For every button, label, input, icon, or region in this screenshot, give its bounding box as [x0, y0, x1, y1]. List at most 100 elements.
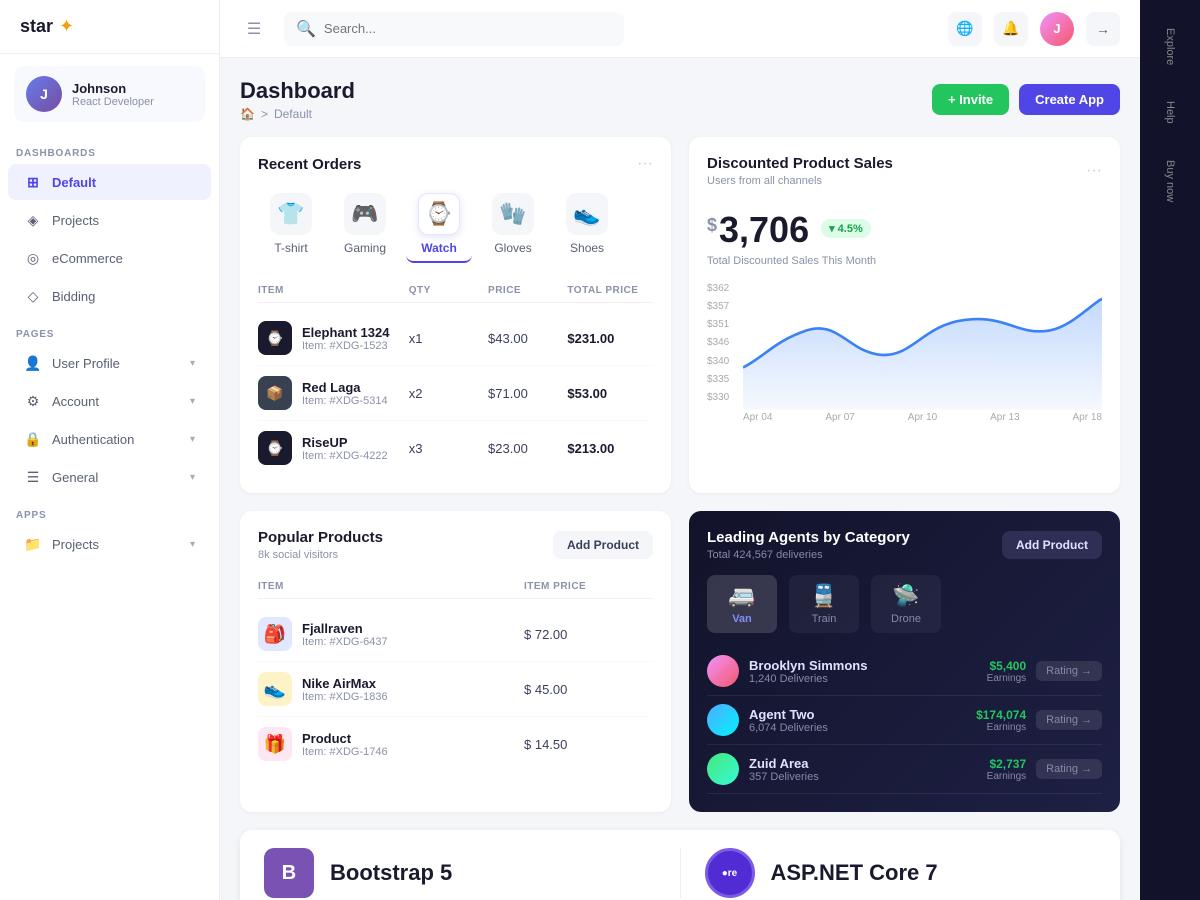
popular-products-card: Popular Products 8k social visitors Add … — [240, 511, 671, 812]
shoes-icon: 👟 — [566, 193, 608, 235]
sidebar-item-authentication[interactable]: 🔒 Authentication ▾ — [8, 421, 211, 457]
add-product-button[interactable]: Add Product — [553, 531, 653, 559]
agent-earnings: $2,737 — [987, 757, 1026, 771]
chevron-down-icon: ▾ — [190, 358, 195, 369]
price-cell: $ 72.00 — [524, 627, 653, 642]
tab-watch[interactable]: ⌚ Watch — [406, 187, 472, 263]
sidebar-item-account[interactable]: ⚙ Account ▾ — [8, 383, 211, 419]
pages-section-label: PAGES — [0, 315, 219, 344]
rating-button[interactable]: Rating → — [1036, 710, 1102, 730]
col-qty: QTY — [409, 285, 480, 296]
breadcrumb-home-icon[interactable]: 🏠 — [240, 107, 255, 121]
topbar-icon-arrow[interactable]: → — [1086, 12, 1120, 46]
sidebar-item-bidding[interactable]: ◇ Bidding — [8, 278, 211, 314]
tab-van-label: Van — [732, 613, 752, 625]
watch-icon: ⌚ — [418, 193, 460, 235]
currency-symbol: $ — [707, 215, 717, 236]
table-header: ITEM QTY PRICE TOTAL PRICE — [258, 279, 653, 303]
tshirt-icon: 👕 — [270, 193, 312, 235]
recent-orders-title: Recent Orders — [258, 156, 361, 173]
logo-star: ✦ — [59, 16, 74, 37]
sidebar-item-label: Projects — [52, 537, 180, 552]
price-cell: $ 45.00 — [524, 682, 653, 697]
x-label: Apr 04 — [743, 412, 772, 423]
rating-button[interactable]: Rating → — [1036, 661, 1102, 681]
user-role: React Developer — [72, 96, 154, 108]
card-menu-icon[interactable]: ··· — [637, 155, 653, 173]
invite-button[interactable]: + Invite — [932, 84, 1009, 115]
x-label: Apr 13 — [990, 412, 1019, 423]
leading-title: Leading Agents by Category — [707, 529, 910, 546]
item-id: Item: #XDG-5314 — [302, 395, 388, 407]
aspnet-logo: ●re — [705, 848, 755, 898]
agent-name: Agent Two — [749, 707, 828, 722]
buy-now-button[interactable]: Buy now — [1160, 152, 1180, 210]
agent-row: Brooklyn Simmons 1,240 Deliveries $5,400… — [707, 647, 1102, 696]
ecommerce-icon: ◎ — [24, 249, 42, 267]
y-label: $346 — [707, 337, 729, 348]
item-info: ⌚ RiseUP Item: #XDG-4222 — [258, 431, 401, 465]
price-cell: $71.00 — [488, 386, 559, 401]
page-header-left: Dashboard 🏠 > Default — [240, 78, 355, 121]
tab-drone[interactable]: 🛸 Drone — [871, 575, 941, 633]
add-product-dark-button[interactable]: Add Product — [1002, 531, 1102, 559]
sidebar-item-user-profile[interactable]: 👤 User Profile ▾ — [8, 345, 211, 381]
sidebar-item-projects[interactable]: ◈ Projects — [8, 202, 211, 238]
price-cell: $23.00 — [488, 441, 559, 456]
agent-row: Zuid Area 357 Deliveries $2,737 Earnings… — [707, 745, 1102, 794]
tab-gaming[interactable]: 🎮 Gaming — [332, 187, 398, 263]
discount-title: Discounted Product Sales — [707, 155, 893, 172]
topbar-right: 🌐 🔔 J → — [948, 12, 1120, 46]
gaming-icon: 🎮 — [344, 193, 386, 235]
tab-watch-label: Watch — [421, 241, 457, 255]
chart-y-labels: $362 $357 $351 $346 $340 $335 $330 — [707, 283, 729, 403]
x-label: Apr 10 — [908, 412, 937, 423]
y-label: $340 — [707, 356, 729, 367]
tab-shoes[interactable]: 👟 Shoes — [554, 187, 620, 263]
sidebar-item-projects-app[interactable]: 📁 Projects ▾ — [8, 526, 211, 562]
search-input[interactable] — [324, 21, 612, 36]
apps-section-label: APPS — [0, 496, 219, 525]
item-info: ⌚ Elephant 1324 Item: #XDG-1523 — [258, 321, 401, 355]
help-button[interactable]: Help — [1160, 93, 1180, 132]
item-icon: 🎁 — [258, 727, 292, 761]
item-id: Item: #XDG-1523 — [302, 340, 389, 352]
sidebar-item-general[interactable]: ☰ General ▾ — [8, 459, 211, 495]
item-icon: 👟 — [258, 672, 292, 706]
y-label: $330 — [707, 392, 729, 403]
projects-icon: ◈ — [24, 211, 42, 229]
tab-gloves[interactable]: 🧤 Gloves — [480, 187, 546, 263]
user-icon: 👤 — [24, 354, 42, 372]
divider — [680, 848, 681, 898]
item-name: RiseUP — [302, 435, 388, 450]
tab-van[interactable]: 🚐 Van — [707, 575, 777, 633]
topbar-icon-globe[interactable]: 🌐 — [948, 12, 982, 46]
table-row: ⌚ Elephant 1324 Item: #XDG-1523 x1 $43.0… — [258, 311, 653, 366]
rating-button[interactable]: Rating → — [1036, 759, 1102, 779]
explore-button[interactable]: Explore — [1160, 20, 1180, 73]
create-app-button[interactable]: Create App — [1019, 84, 1120, 115]
agent-deliveries: 1,240 Deliveries — [749, 673, 867, 685]
tab-tshirt[interactable]: 👕 T-shirt — [258, 187, 324, 263]
popular-row: 👟 Nike AirMax Item: #XDG-1836 $ 45.00 — [258, 662, 653, 717]
topbar-avatar[interactable]: J — [1040, 12, 1074, 46]
sidebar-item-default[interactable]: ⊞ Default — [8, 164, 211, 200]
sidebar-item-ecommerce[interactable]: ◎ eCommerce — [8, 240, 211, 276]
card-header: Discounted Product Sales Users from all … — [707, 155, 1102, 187]
total-cell: $53.00 — [567, 386, 653, 401]
avatar: J — [26, 76, 62, 112]
search-box: 🔍 — [284, 12, 624, 46]
discount-amount-row: $ 3,706 ▾ 4.5% — [707, 201, 1102, 255]
search-icon: 🔍 — [296, 19, 316, 39]
tab-shoes-label: Shoes — [570, 241, 604, 255]
tab-train[interactable]: 🚆 Train — [789, 575, 859, 633]
discount-label: Total Discounted Sales This Month — [707, 255, 1102, 267]
chevron-down-icon: ▾ — [190, 539, 195, 550]
sidebar-item-label: User Profile — [52, 356, 180, 371]
topbar-icon-bell[interactable]: 🔔 — [994, 12, 1028, 46]
tab-train-label: Train — [812, 613, 837, 625]
discount-sales-card: Discounted Product Sales Users from all … — [689, 137, 1120, 493]
collapse-button[interactable]: ☰ — [240, 15, 268, 43]
agent-tabs: 🚐 Van 🚆 Train 🛸 Drone — [707, 575, 1102, 633]
card-menu-icon[interactable]: ··· — [1086, 162, 1102, 180]
